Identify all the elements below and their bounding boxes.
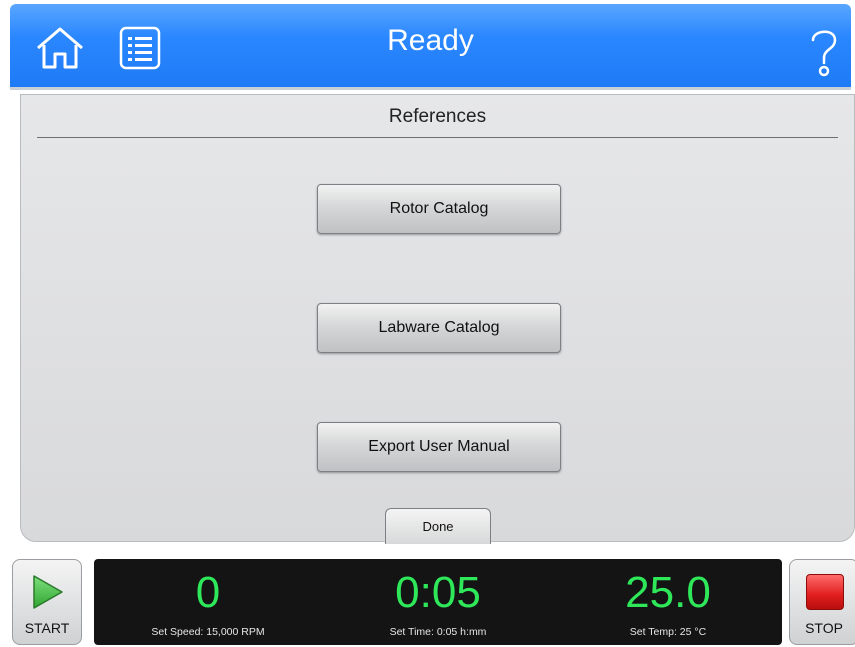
time-value: 0:05 xyxy=(395,568,481,617)
status-title: Ready xyxy=(387,24,474,57)
panel-title: References xyxy=(388,106,487,127)
set-speed-label: Set Speed: 15,000 RPM xyxy=(151,626,265,638)
references-panel: References Rotor Catalog Labware Catalog… xyxy=(20,94,855,544)
start-button[interactable]: START xyxy=(12,559,82,645)
rotor-catalog-button[interactable]: Rotor Catalog xyxy=(317,184,561,234)
done-button[interactable]: Done xyxy=(385,508,491,544)
set-time-label: Set Time: 0:05 h:mm xyxy=(389,626,487,638)
export-user-manual-button[interactable]: Export User Manual xyxy=(317,422,561,472)
labware-catalog-button[interactable]: Labware Catalog xyxy=(317,303,561,353)
stop-label: STOP xyxy=(805,620,843,636)
title-divider xyxy=(37,137,838,138)
screen: Ready References Rotor Catalog Labware C… xyxy=(0,0,855,647)
time-readout: 0:05 Set Time: 0:05 h:mm xyxy=(338,559,538,639)
temp-value: 25.0 xyxy=(625,568,711,617)
question-mark-icon xyxy=(811,30,837,77)
header-bar: Ready xyxy=(10,4,851,90)
help-button[interactable] xyxy=(806,24,842,80)
stop-button[interactable]: STOP xyxy=(789,559,855,645)
temp-readout: 25.0 Set Temp: 25 °C xyxy=(568,559,768,639)
stop-icon xyxy=(806,574,844,610)
run-status-display: 0 Set Speed: 15,000 RPM 0:05 Set Time: 0… xyxy=(94,559,782,645)
play-icon xyxy=(33,575,63,609)
set-temp-label: Set Temp: 25 °C xyxy=(629,626,707,638)
start-label: START xyxy=(24,620,70,636)
speed-value: 0 xyxy=(195,568,221,617)
speed-readout: 0 Set Speed: 15,000 RPM xyxy=(108,559,308,639)
